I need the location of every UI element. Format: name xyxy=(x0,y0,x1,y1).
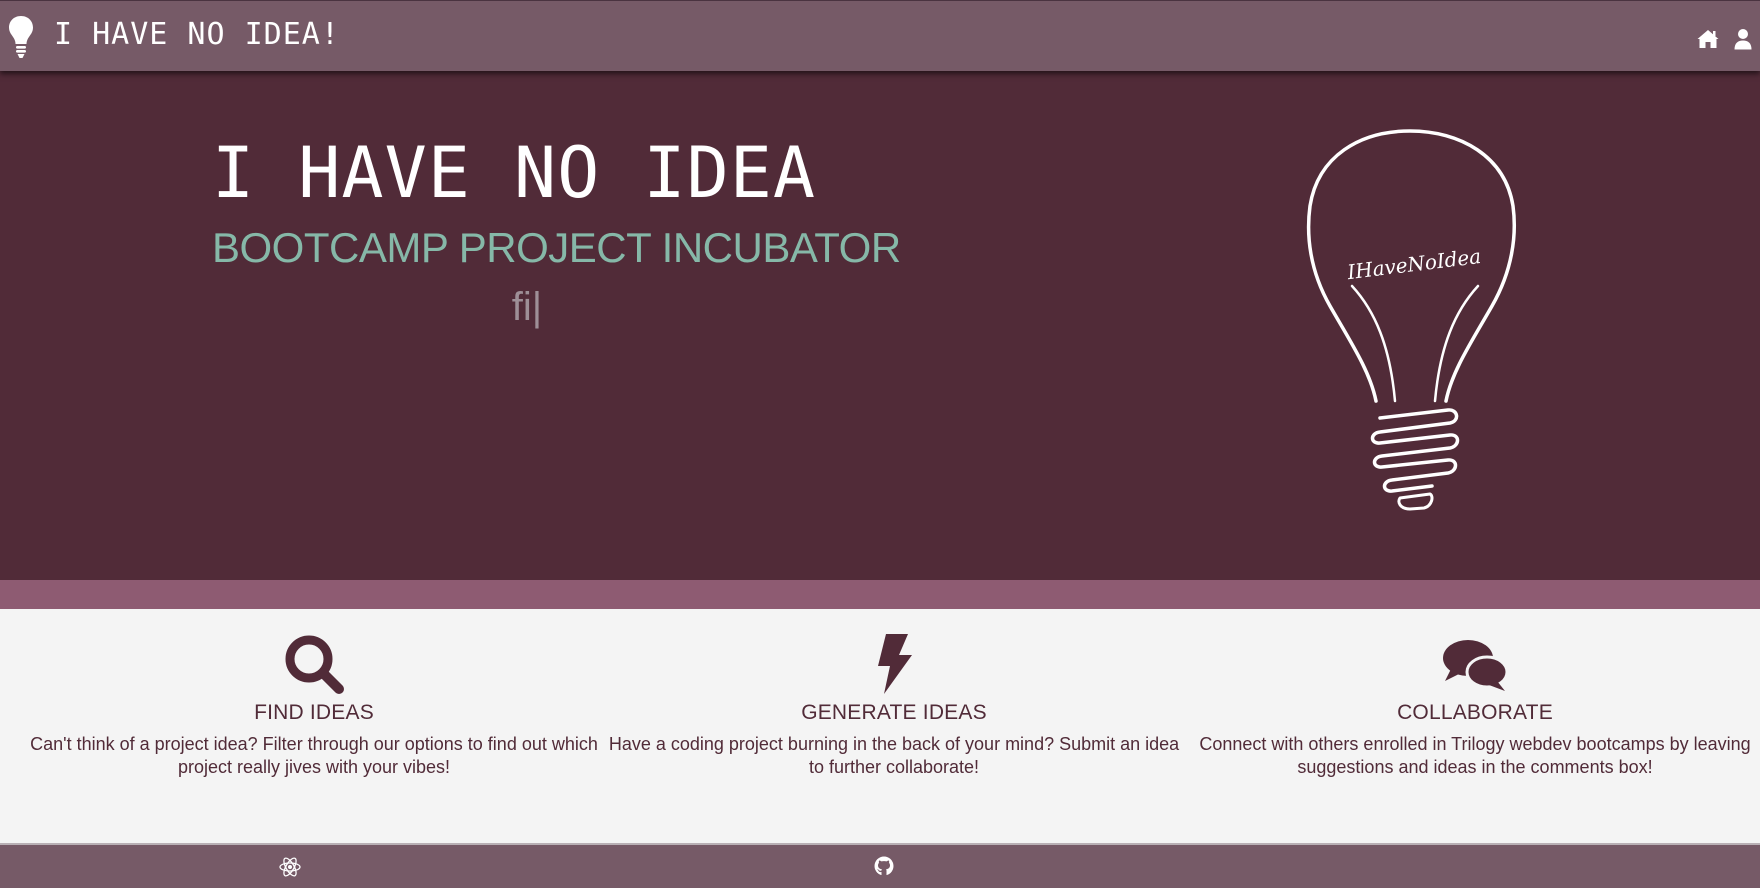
lightbulb-icon[interactable] xyxy=(8,15,34,59)
hero-section: I HAVE NO IDEA BOOTCAMP PROJECT INCUBATO… xyxy=(0,71,1760,580)
features-section: FIND IDEAS Can't think of a project idea… xyxy=(0,609,1760,843)
footer xyxy=(0,843,1760,888)
feature-title: FIND IDEAS xyxy=(254,701,374,724)
feature-description: Connect with others enrolled in Trilogy … xyxy=(1199,734,1751,777)
bolt-icon xyxy=(878,634,912,694)
feature-title: COLLABORATE xyxy=(1397,701,1553,724)
react-icon[interactable] xyxy=(279,856,301,878)
feature-description: Can't think of a project idea? Filter th… xyxy=(30,734,598,777)
app-title[interactable]: I HAVE NO IDEA! xyxy=(54,15,340,55)
typing-text: fi| xyxy=(511,285,543,329)
feature-description: Have a coding project burning in the bac… xyxy=(608,734,1180,777)
user-icon[interactable] xyxy=(1734,28,1752,50)
github-icon[interactable] xyxy=(874,856,894,876)
lightbulb-illustration: IHaveNoIdea xyxy=(1306,129,1517,511)
accent-band xyxy=(0,580,1760,609)
feature-title: GENERATE IDEAS xyxy=(801,701,987,724)
search-icon xyxy=(285,635,344,694)
navbar: I HAVE NO IDEA! xyxy=(0,0,1760,71)
hero-title: I HAVE NO IDEA xyxy=(212,132,817,214)
comments-icon xyxy=(1443,640,1509,691)
home-icon[interactable] xyxy=(1697,29,1719,49)
bulb-script-text: IHaveNoIdea xyxy=(1345,244,1482,284)
hero-subtitle: BOOTCAMP PROJECT INCUBATOR xyxy=(212,224,901,271)
